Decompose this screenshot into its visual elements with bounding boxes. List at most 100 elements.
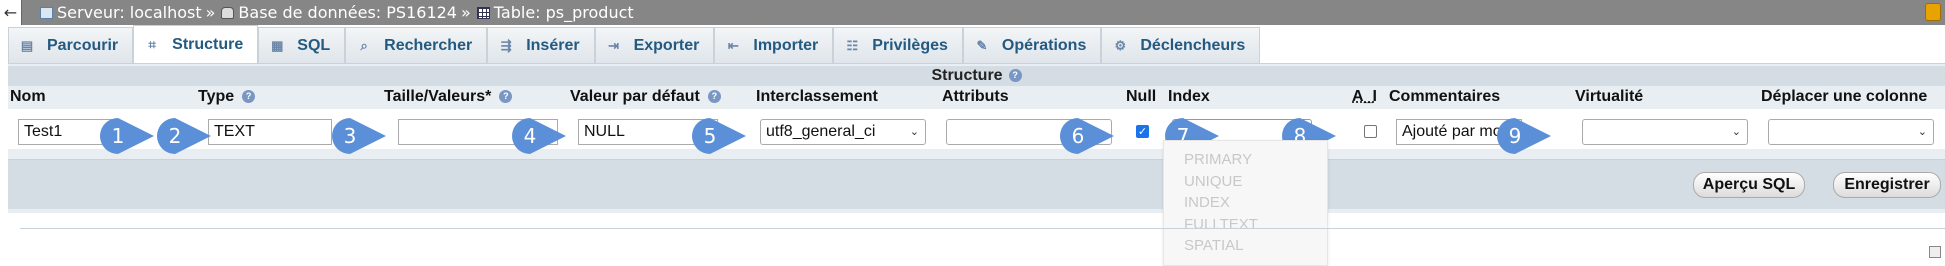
chevron-down-icon: ⌄ [909,126,919,138]
breadcrumb-database[interactable]: Base de données: PS16124 [221,3,457,22]
tab-label: Insérer [526,36,580,54]
breadcrumb-server[interactable]: Serveur: localhost [40,3,202,22]
tab-declencheurs[interactable]: ⚙ Déclencheurs [1101,27,1261,63]
type-select[interactable]: TEXT [208,119,332,145]
col-header-virtualite: Virtualité [1575,88,1644,105]
index-dropdown-menu: PRIMARY UNIQUE INDEX FULLTEXT SPATIAL [1163,140,1328,266]
save-button[interactable]: Enregistrer [1833,172,1941,198]
col-header-commentaires: Commentaires [1389,88,1501,105]
svg-text:5: 5 [704,124,717,148]
breadcrumb-separator: » [460,3,471,22]
annotation-badge: 1 [98,116,156,154]
index-option-fulltext[interactable]: FULLTEXT [1164,214,1327,236]
tab-bar: ▤ Parcourir ⌗ Structure ▦ SQL ⌕ Rechercher ⇶… [8,25,1261,63]
divider [20,228,1945,229]
tab-structure[interactable]: ⌗ Structure [133,25,259,63]
svg-text:2: 2 [169,124,182,148]
tab-parcourir[interactable]: ▤ Parcourir [8,27,134,63]
browse-icon: ▤ [20,37,34,53]
col-header-attributs: Attributs [942,88,1009,105]
breadcrumb: Serveur: localhost » Base de données: PS… [22,3,634,22]
tab-label: Importer [753,36,819,54]
database-icon [221,6,235,19]
column-definition-row: Test1 TEXT NULL utf8_general_ci⌄ ⌄ ✓ Ajo… [8,109,1945,149]
help-icon[interactable]: ? [242,90,256,104]
preview-sql-button[interactable]: Aperçu SQL [1693,172,1805,198]
breadcrumb-database-label[interactable]: Base de données: PS16124 [238,3,457,22]
page-settings-icon[interactable] [1929,246,1941,258]
help-icon[interactable]: ? [707,90,721,104]
help-icon[interactable]: ? [1008,69,1022,83]
import-icon: ⇤ [727,37,739,53]
col-header-deplacer: Déplacer une colonne [1761,88,1928,105]
annotation-badge: 5 [690,116,748,154]
virtuality-select[interactable]: ⌄ [1582,119,1748,145]
privileges-icon: ☷ [846,37,859,53]
breadcrumb-table[interactable]: Table: ps_product [476,3,634,22]
annotation-badge: 4 [510,116,568,154]
insert-icon: ⇶ [500,37,512,53]
index-option-spatial[interactable]: SPATIAL [1164,235,1327,257]
auto-increment-checkbox[interactable] [1364,125,1377,138]
tab-label: Parcourir [47,36,119,54]
col-header-defaut: Valeur par défaut? [570,88,721,108]
structure-icon: ⌗ [148,36,156,52]
col-header-taille: Taille/Valeurs*? [384,88,513,108]
tab-sql[interactable]: ▦ SQL [258,27,346,63]
tab-operations[interactable]: ✎ Opérations [962,27,1102,63]
action-footer: Aperçu SQL Enregistrer [8,159,1945,209]
structure-panel: Structure? Nom Type? Taille/Valeurs*? Va… [8,63,1945,213]
col-header-nom: Nom [10,88,46,105]
triggers-icon: ⚙ [1114,37,1127,53]
tab-rechercher[interactable]: ⌕ Rechercher [345,27,488,63]
svg-text:6: 6 [1072,124,1085,148]
chevron-down-icon: ⌄ [1917,126,1927,138]
panel-title: Structure? [8,66,1945,86]
annotation-badge: 2 [155,116,213,154]
help-icon[interactable]: ? [499,90,513,104]
move-column-select[interactable]: ⌄ [1768,119,1934,145]
export-icon: ⇥ [608,37,620,53]
collation-select[interactable]: utf8_general_ci ⌄ [760,119,926,145]
table-icon [476,6,490,19]
col-header-taille-text: Taille/Valeurs* [384,88,492,105]
col-header-ai: A_I [1352,88,1377,105]
tab-privileges[interactable]: ☷ Privilèges [833,27,963,63]
col-header-interclassement: Interclassement [756,88,878,105]
tab-inserer[interactable]: ⇶ Insérer [487,27,595,63]
chevron-down-icon: ⌄ [1731,126,1741,138]
collation-value: utf8_general_ci [766,123,876,140]
col-header-defaut-text: Valeur par défaut [570,88,700,105]
search-icon: ⌕ [360,37,368,53]
index-option-primary[interactable]: PRIMARY [1164,149,1327,171]
col-header-type-text: Type [198,88,235,105]
col-header-index: Index [1168,88,1210,105]
tab-importer[interactable]: ⇤ Importer [714,27,834,63]
annotation-badge: 9 [1495,116,1553,154]
server-icon [40,6,53,19]
annotation-badge: 6 [1058,116,1116,154]
svg-text:9: 9 [1509,124,1522,148]
index-option-index[interactable]: INDEX [1164,192,1327,214]
svg-text:1: 1 [112,124,125,148]
lock-icon[interactable] [1925,3,1941,21]
annotation-badge: 3 [330,116,388,154]
back-arrow-icon[interactable]: ← [0,0,22,25]
col-header-null: Null [1126,88,1157,105]
panel-title-text: Structure [931,67,1003,84]
tab-label: Structure [172,35,244,53]
index-option-unique[interactable]: UNIQUE [1164,171,1327,193]
tab-label: Déclencheurs [1140,36,1246,54]
breadcrumb-table-label[interactable]: Table: ps_product [494,3,634,22]
svg-text:4: 4 [524,124,537,148]
col-header-type: Type? [198,88,256,108]
tab-label: Privilèges [872,36,948,54]
null-checkbox[interactable]: ✓ [1136,125,1149,138]
tab-exporter[interactable]: ⇥ Exporter [594,27,715,63]
breadcrumb-bar: ← Serveur: localhost » Base de données: … [0,0,1945,25]
breadcrumb-server-label[interactable]: Serveur: localhost [57,3,202,22]
breadcrumb-separator: » [205,3,216,22]
sql-icon: ▦ [271,37,284,53]
tab-label: Rechercher [384,36,473,54]
svg-text:3: 3 [344,124,357,148]
